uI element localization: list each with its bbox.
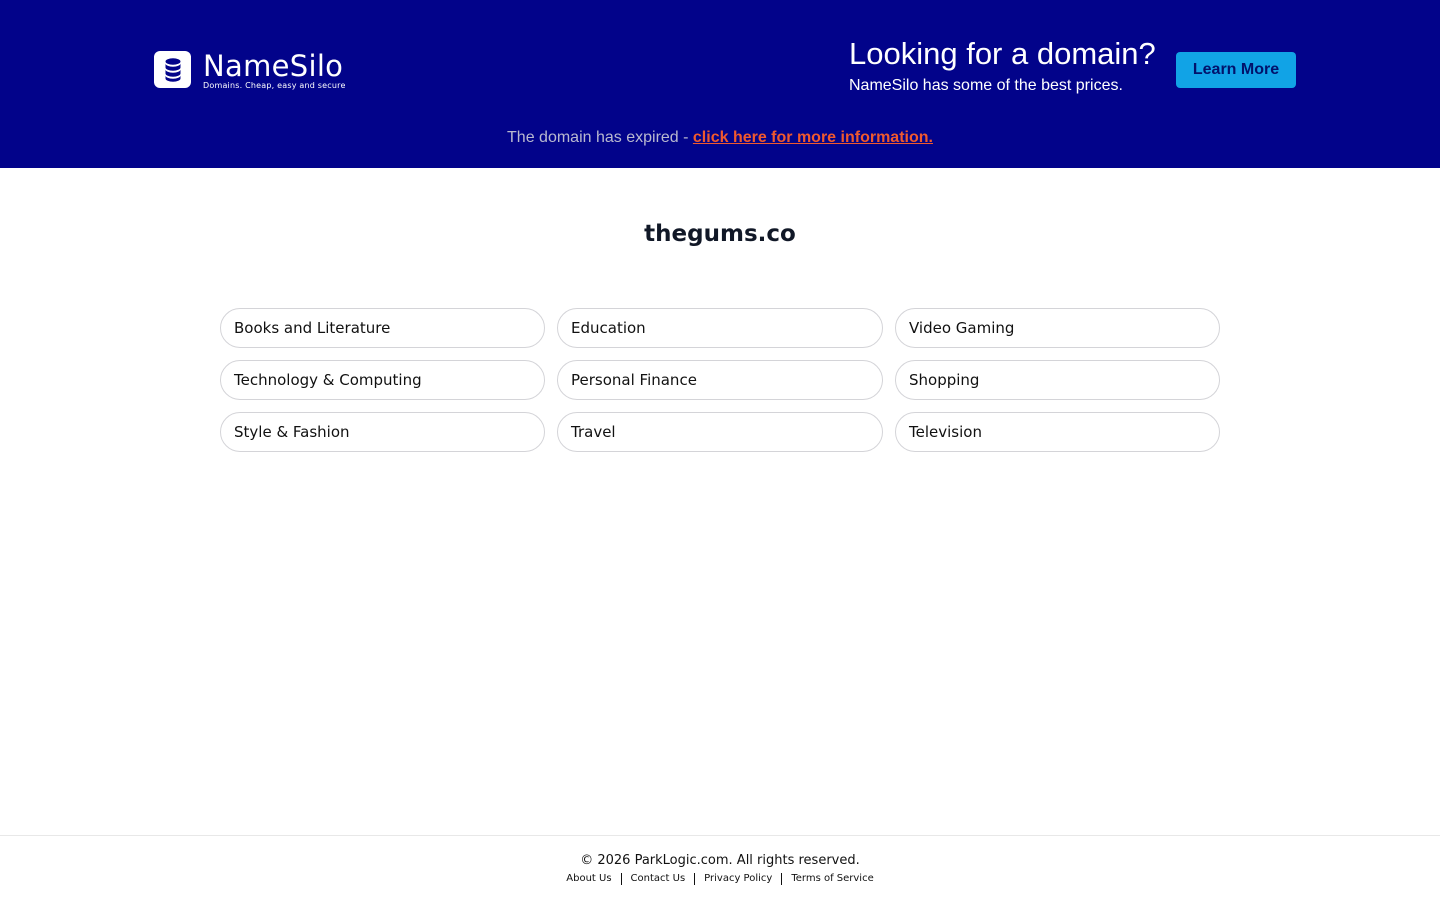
footer-separator (620, 873, 622, 885)
category-link[interactable]: Personal Finance (557, 360, 883, 400)
more-info-link[interactable]: click here for more information. (693, 129, 933, 146)
privacy-policy-link[interactable]: Privacy Policy (704, 872, 772, 886)
category-link[interactable]: Education (557, 308, 883, 348)
footer: © 2026 ParkLogic.com. All rights reserve… (0, 835, 1440, 900)
copyright-text: © 2026 ParkLogic.com. All rights reserve… (580, 853, 860, 868)
category-link[interactable]: Books and Literature (220, 308, 545, 348)
namesilo-logo[interactable]: NameSilo Domains. Cheap, easy and secure (154, 51, 346, 91)
footer-separator (781, 873, 783, 885)
category-link[interactable]: Style & Fashion (220, 412, 545, 452)
about-us-link[interactable]: About Us (566, 872, 611, 886)
contact-us-link[interactable]: Contact Us (631, 872, 686, 886)
logo-tagline: Domains. Cheap, easy and secure (203, 81, 346, 90)
footer-links: About Us Contact Us Privacy Policy Terms… (0, 872, 1440, 886)
terms-of-service-link[interactable]: Terms of Service (791, 872, 873, 886)
promo-title: Looking for a domain? (849, 36, 1156, 71)
expired-text: The domain has expired - (507, 129, 693, 146)
namesilo-banner: NameSilo Domains. Cheap, easy and secure… (0, 0, 1440, 168)
category-grid: Books and Literature Education Video Gam… (220, 308, 1220, 452)
category-link[interactable]: Video Gaming (895, 308, 1220, 348)
database-icon (154, 51, 191, 88)
learn-more-button[interactable]: Learn More (1176, 52, 1296, 88)
category-link[interactable]: Television (895, 412, 1220, 452)
category-link[interactable]: Technology & Computing (220, 360, 545, 400)
domain-title: thegums.co (644, 221, 796, 247)
category-link[interactable]: Travel (557, 412, 883, 452)
expired-notice: The domain has expired - click here for … (0, 128, 1440, 148)
category-link[interactable]: Shopping (895, 360, 1220, 400)
promo-block: Looking for a domain? NameSilo has some … (849, 36, 1156, 96)
logo-name: NameSilo (203, 49, 344, 83)
promo-subtitle: NameSilo has some of the best prices. (849, 77, 1123, 94)
footer-separator (694, 873, 696, 885)
